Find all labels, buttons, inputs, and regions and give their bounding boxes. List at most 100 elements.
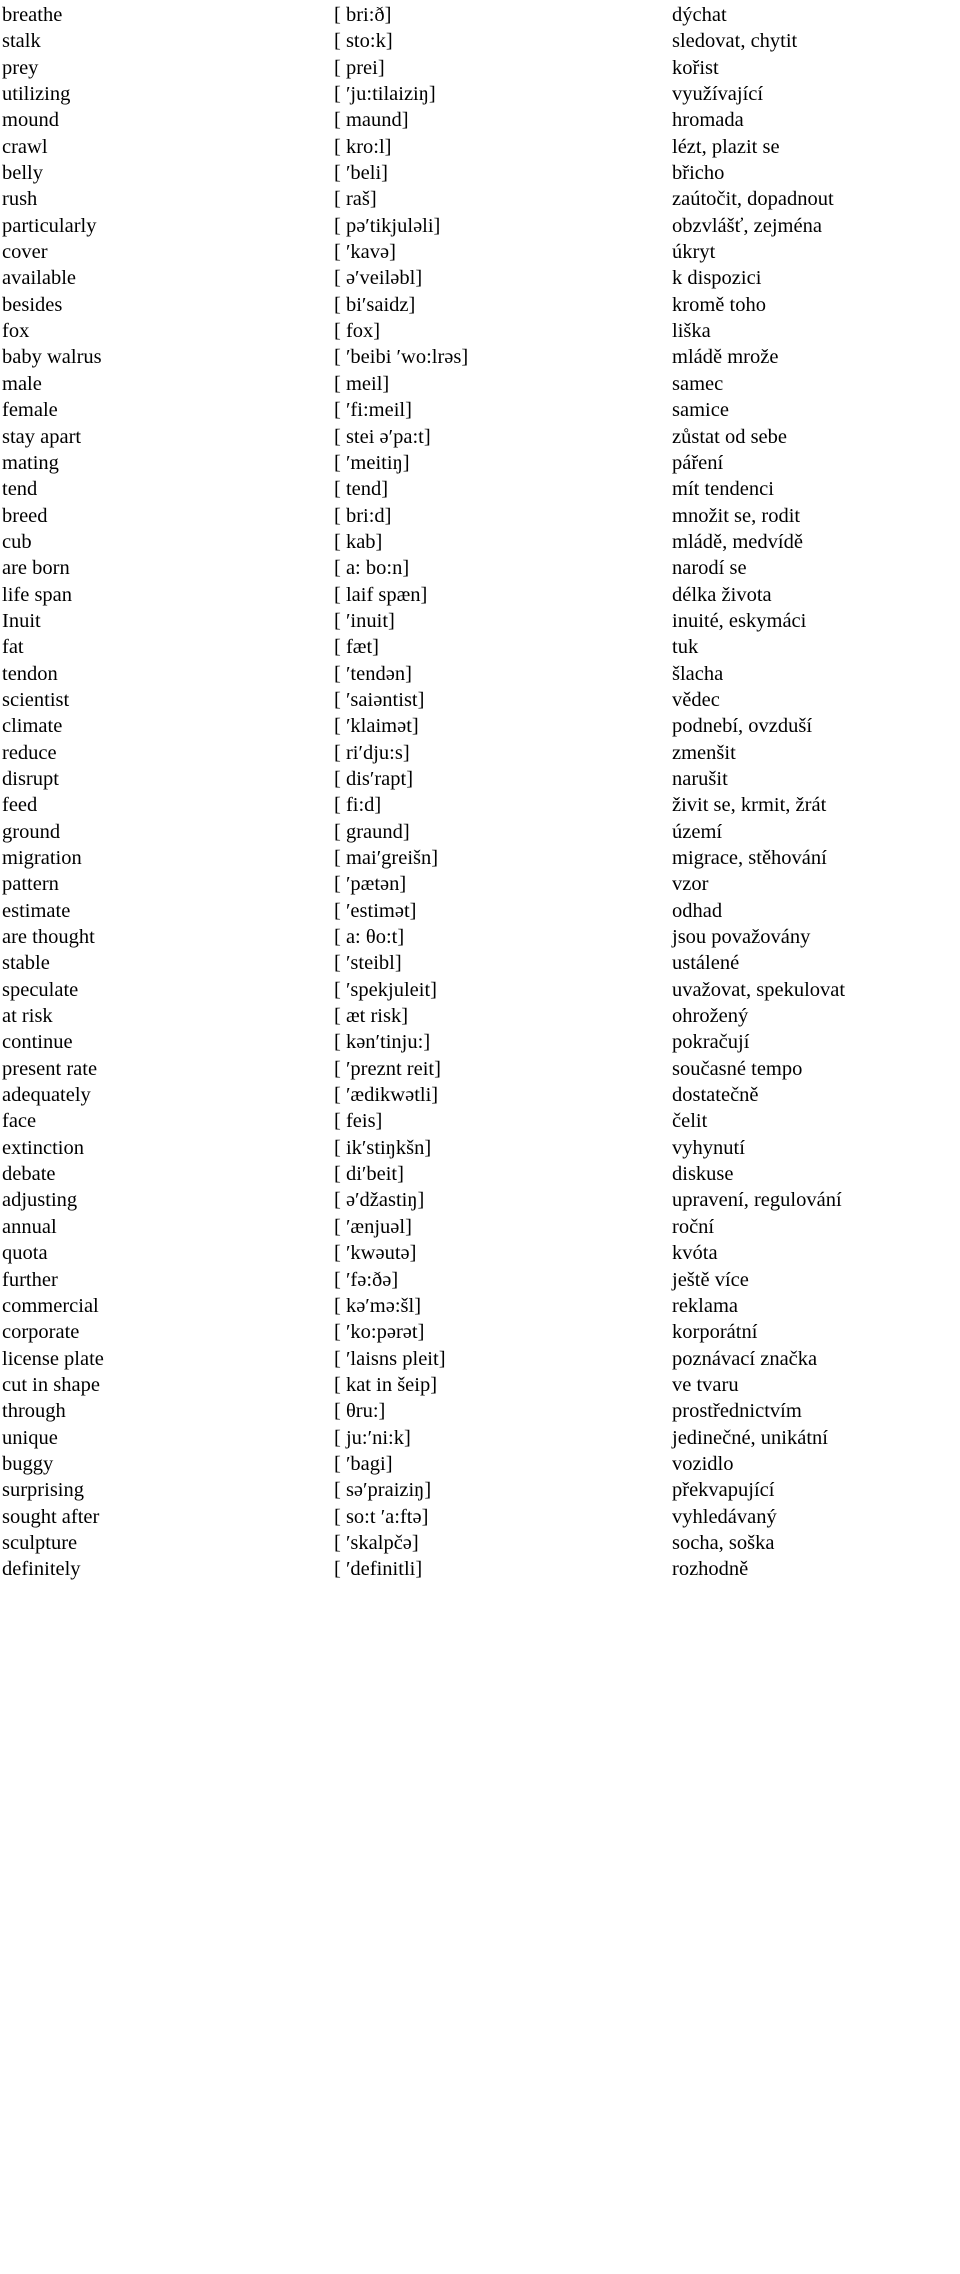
vocab-row: fox [ fox] liška [0,318,960,344]
translation-text: vyhledávaný [672,1505,777,1528]
translation-text: současné tempo [672,1057,803,1080]
term-text: estimate [2,899,71,922]
vocab-row: buggy [ ′bagi] vozidlo [0,1451,960,1477]
term-text: prey [2,56,39,79]
term-text: cover [2,241,48,264]
translation-text: dostatečně [672,1084,759,1107]
term-text: feed [2,794,38,817]
pronunciation-text: [ ′skalpčə] [334,1531,419,1554]
pronunciation-text: [ ′spekjuleit] [334,978,437,1001]
term-text: definitely [2,1558,81,1581]
term-text: cub [2,530,32,553]
translation-text: podnebí, ovzduší [672,715,813,738]
term-text: rush [2,188,38,211]
pronunciation-text: [ ri′dju:s] [334,741,410,764]
pronunciation-text: [ ′ju:tilaiziŋ] [334,83,436,106]
term-text: mating [2,451,59,474]
translation-text: migrace, stěhování [672,847,827,869]
translation-text: vědec [672,688,720,711]
pronunciation-text: [ ′ædikwətli] [334,1084,439,1107]
pronunciation-text: [ θru:] [334,1400,386,1423]
term-text: present rate [2,1057,98,1080]
term-text: at risk [2,1005,53,1028]
vocab-row: adjusting [ ə′džastiŋ] upravení, regulován… [0,1187,960,1213]
translation-text: korporátní [672,1321,758,1344]
term-text: adequately [2,1084,91,1107]
vocab-row: female [ ′fi:meil] samice [0,397,960,423]
translation-text: kvóta [672,1242,718,1265]
pronunciation-text: [ bri:ð] [334,4,392,26]
pronunciation-text: [ ′saiəntist] [334,688,425,711]
translation-text: tuk [672,636,699,659]
vocab-row: extinction [ ik′stiŋkšn] vyhynutí [0,1135,960,1161]
pronunciation-text: [ ′definitli] [334,1558,423,1581]
term-text: besides [2,293,63,316]
pronunciation-text: [ stei ə′pa:t] [334,425,431,448]
vocab-row: stay apart [ stei ə′pa:t] zůstat od sebe [0,424,960,450]
translation-text: sledovat, chytit [672,30,798,53]
pronunciation-text: [ ə′džastiŋ] [334,1189,425,1212]
translation-text: čelit [672,1110,708,1133]
term-text: male [2,372,42,395]
pronunciation-text: [ kro:l] [334,135,392,158]
term-text: reduce [2,741,57,764]
term-text: annual [2,1215,57,1238]
vocab-row: disrupt [ dis′rapt] narušit [0,766,960,792]
pronunciation-text: [ ′preznt reit] [334,1057,441,1080]
translation-text: reklama [672,1294,739,1317]
term-text: through [2,1400,66,1423]
vocab-row: besides [ bi′saidz] kromě toho [0,292,960,318]
term-text: stable [2,952,50,975]
vocab-row: tend [ tend] mít tendenci [0,476,960,502]
vocab-row: annual [ ′ænjuəl] roční [0,1214,960,1240]
vocab-row: stalk [ sto:k] sledovat, chytit [0,28,960,54]
pronunciation-text: [ di′beit] [334,1163,404,1186]
translation-text: ohrožený [672,1005,749,1028]
translation-text: vzor [672,873,709,896]
translation-text: lézt, plazit se [672,135,780,158]
vocab-row: license plate [ ′laisns pleit] poznávací z… [0,1346,960,1372]
pronunciation-text: [ ′klaimət] [334,715,419,738]
vocab-row: definitely [ ′definitli] rozhodně [0,1556,960,1582]
vocab-row: corporate [ ′ko:pərət] korporátní [0,1319,960,1345]
vocab-row: speculate [ ′spekjuleit] uvažovat, spekulo… [0,977,960,1003]
vocab-row: migration [ mai′greišn] migrace, stěhování [0,845,960,871]
vocab-row: prey [ prei] kořist [0,55,960,81]
pronunciation-text: [ ′tendən] [334,662,412,685]
translation-text: využívající [672,83,764,106]
vocab-row: debate [ di′beit] diskuse [0,1161,960,1187]
translation-text: samec [672,372,724,395]
translation-text: mládě mrože [672,346,779,369]
translation-text: rozhodně [672,1558,749,1581]
term-text: baby walrus [2,346,102,369]
term-text: adjusting [2,1189,78,1212]
vocab-row: life span [ laif spæn] délka života [0,582,960,608]
translation-text: liška [672,320,711,343]
pronunciation-text: [ a: θo:t] [334,926,405,949]
term-text: life span [2,583,73,606]
vocab-row: sought after [ so:t ′a:ftə] vyhledávaný [0,1504,960,1530]
term-text: cut in shape [2,1373,100,1396]
vocab-row: mound [ maund] hromada [0,107,960,133]
term-text: are thought [2,926,95,949]
pronunciation-text: [ tend] [334,478,389,501]
translation-text: ve tvaru [672,1373,739,1396]
vocab-row: reduce [ ri′dju:s] zmenšit [0,740,960,766]
vocab-row: ground [ graund] území [0,819,960,845]
pronunciation-text: [ graund] [334,820,410,843]
term-text: available [2,267,76,290]
term-text: breed [2,504,48,527]
term-text: extinction [2,1136,84,1159]
translation-text: zaútočit, dopadnout [672,188,834,211]
pronunciation-text: [ laif spæn] [334,583,428,606]
translation-text: narodí se [672,557,747,580]
pronunciation-text: [ sto:k] [334,30,393,53]
term-text: particularly [2,214,97,237]
vocab-row: baby walrus [ ′beibi ′wo:lrəs] mládě mrože [0,344,960,370]
pronunciation-text: [ kat in šeip] [334,1373,438,1396]
vocab-row: present rate [ ′preznt reit] současné temp… [0,1056,960,1082]
pronunciation-text: [ meil] [334,372,390,395]
vocab-row: at risk [ æt risk] ohrožený [0,1003,960,1029]
translation-text: jsou považovány [672,926,811,949]
translation-text: upravení, regulování [672,1189,842,1212]
